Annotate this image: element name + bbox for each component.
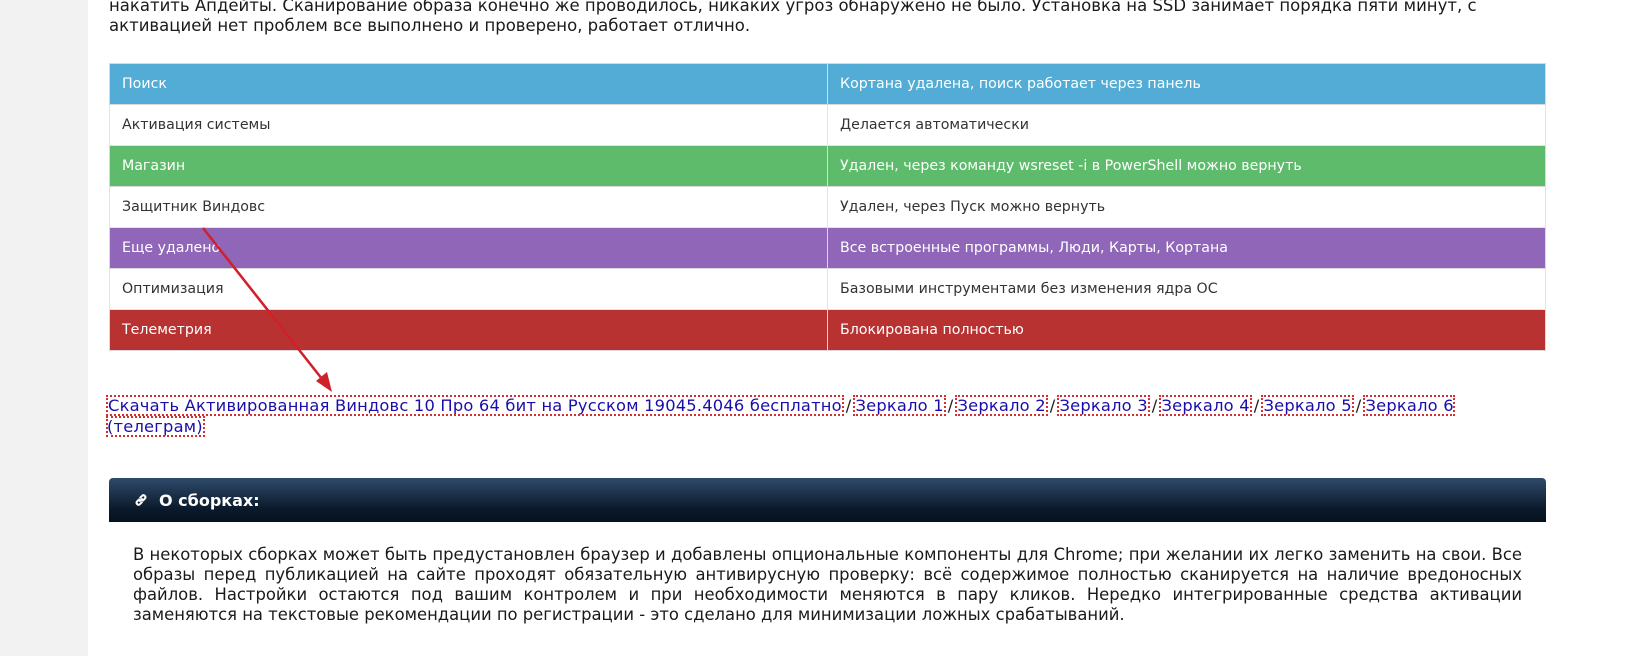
feature-value-cell: Кортана удалена, поиск работает через па…	[827, 63, 1546, 105]
download-links: Скачать Активированная Виндовс 10 Про 64…	[106, 395, 1552, 437]
mirror-link-1[interactable]: Зеркало 1	[853, 395, 946, 416]
feature-value-cell: Делается автоматически	[827, 104, 1546, 146]
feature-label-cell: Еще удалено	[109, 227, 828, 269]
link-separator: /	[845, 396, 852, 415]
table-row: Поиск Кортана удалена, поиск работает чер…	[109, 63, 1546, 105]
table-row: Защитник Виндовс Удален, через Пуск можно…	[109, 186, 1546, 228]
features-table: Поиск Кортана удалена, поиск работает чер…	[109, 63, 1546, 351]
about-builds-text: В некоторых сборках может быть предустан…	[133, 545, 1522, 624]
intro-paragraph: накатить Апдейты. Сканирование образа ко…	[109, 0, 1547, 36]
mirror-link-2[interactable]: Зеркало 2	[955, 395, 1048, 416]
feature-label-cell: Поиск	[109, 63, 828, 105]
table-row: Магазин Удален, через команду wsreset -i …	[109, 145, 1546, 187]
link-separator: /	[1355, 396, 1362, 415]
link-separator: /	[1151, 396, 1158, 415]
feature-label-cell: Активация системы	[109, 104, 828, 146]
feature-label-cell: Магазин	[109, 145, 828, 187]
feature-label-cell: Телеметрия	[109, 309, 828, 351]
table-row: Активация системы Делается автоматически	[109, 104, 1546, 146]
intro-line-1: накатить Апдейты. Сканирование образа ко…	[109, 0, 1477, 15]
mirror-link-4[interactable]: Зеркало 4	[1159, 395, 1252, 416]
feature-value-cell: Все встроенные программы, Люди, Карты, К…	[827, 227, 1546, 269]
link-separator: /	[1253, 396, 1260, 415]
table-row: Еще удалено Все встроенные программы, Люд…	[109, 227, 1546, 269]
telegram-label: (телеграм)	[107, 417, 203, 436]
feature-value-cell: Базовыми инструментами без изменения ядр…	[827, 268, 1546, 310]
mirror-link-5[interactable]: Зеркало 5	[1261, 395, 1354, 416]
table-row: Оптимизация Базовыми инструментами без из…	[109, 268, 1546, 310]
link-separator: /	[947, 396, 954, 415]
link-icon	[133, 492, 149, 508]
about-builds-header: О сборках:	[109, 478, 1546, 522]
table-row: Телеметрия Блокирована полностью	[109, 309, 1546, 351]
feature-label-cell: Оптимизация	[109, 268, 828, 310]
about-builds-title: О сборках:	[159, 490, 260, 510]
feature-value-cell: Удален, через команду wsreset -i в Power…	[827, 145, 1546, 187]
mirror-link-3[interactable]: Зеркало 3	[1057, 395, 1150, 416]
feature-value-cell: Удален, через Пуск можно вернуть	[827, 186, 1546, 228]
intro-line-2: активацией нет проблем все выполнено и п…	[109, 16, 751, 35]
feature-value-cell: Блокирована полностью	[827, 309, 1546, 351]
mirror-6-label: Зеркало 6	[1365, 396, 1454, 415]
feature-label-cell: Защитник Виндовс	[109, 186, 828, 228]
link-separator: /	[1049, 396, 1056, 415]
download-main-link[interactable]: Скачать Активированная Виндовс 10 Про 64…	[106, 395, 844, 416]
